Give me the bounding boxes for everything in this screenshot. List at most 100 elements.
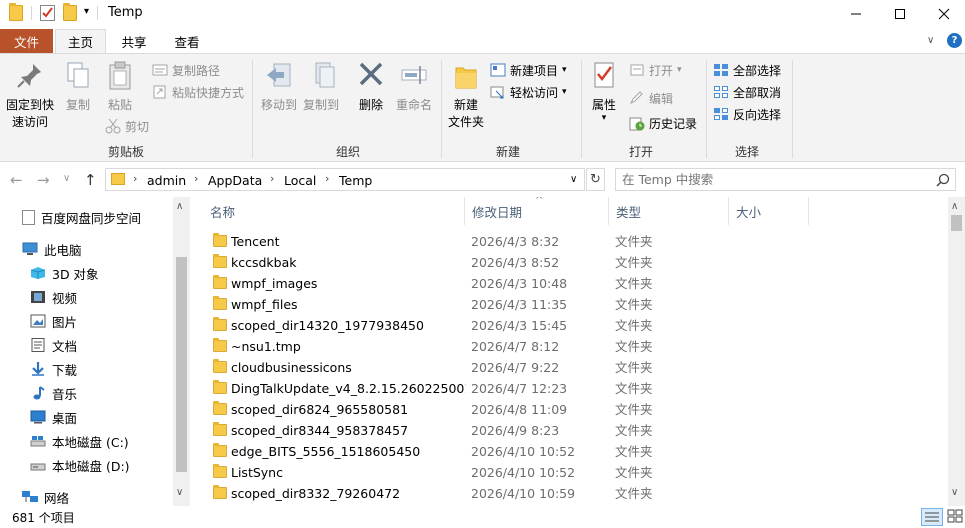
copy-button[interactable]: 复制 — [60, 60, 96, 114]
nav-item-network[interactable]: 网络 — [22, 486, 69, 506]
nav-item-3d-objects[interactable]: 3D 对象 — [30, 262, 99, 284]
large-icons-view-icon[interactable] — [946, 508, 964, 526]
history-button[interactable]: 历史记录 — [629, 113, 697, 133]
chevron-right-icon[interactable]: › — [133, 172, 137, 185]
close-button[interactable] — [921, 0, 965, 27]
maximize-button[interactable] — [877, 0, 923, 27]
file-row[interactable]: ~nsu1.tmp 2026/4/7 8:12 文件夹 — [210, 336, 945, 357]
easy-access-button[interactable]: 轻松访问 ▾ — [490, 82, 567, 102]
search-icon[interactable] — [936, 173, 950, 187]
paste-shortcut-button[interactable]: 粘贴快捷方式 — [152, 82, 244, 102]
group-divider — [792, 60, 793, 158]
edit-button[interactable]: 编辑 — [629, 88, 673, 108]
help-icon[interactable]: ? — [947, 33, 962, 48]
file-row[interactable]: scoped_dir14320_1977938450 2026/4/3 15:45… — [210, 315, 945, 336]
copy-path-button[interactable]: 复制路径 — [152, 60, 220, 80]
file-row[interactable]: DingTalkUpdate_v4_8.2.15.260225001... 202… — [210, 378, 945, 399]
scroll-up-icon[interactable]: ∧ — [951, 201, 958, 212]
nav-item-drive-c[interactable]: 本地磁盘 (C:) — [30, 430, 129, 452]
nav-label: 3D 对象 — [52, 266, 99, 282]
column-header-date[interactable]: 修改日期 — [464, 197, 608, 225]
ribbon-collapse-icon[interactable]: ∨ — [927, 35, 934, 46]
properties-button[interactable]: 属性 ▾ — [586, 60, 622, 123]
tab-file[interactable]: 文件 — [0, 29, 53, 53]
tab-home[interactable]: 主页 — [55, 29, 106, 53]
file-row[interactable]: scoped_dir8344_958378457 2026/4/9 8:23 文件夹 — [210, 420, 945, 441]
minimize-button[interactable] — [833, 0, 879, 27]
new-item-button[interactable]: 新建项目 ▾ — [490, 60, 567, 80]
new-folder-icon[interactable] — [63, 3, 77, 21]
nav-scroll-thumb[interactable] — [176, 257, 187, 472]
pin-quick-access-button[interactable]: 固定到快 速访问 — [4, 60, 56, 131]
tab-share[interactable]: 共享 — [110, 29, 158, 53]
scroll-down-icon[interactable]: ∨ — [176, 487, 183, 498]
nav-item-pictures[interactable]: 图片 — [30, 310, 77, 332]
details-view-icon[interactable] — [921, 508, 943, 526]
scroll-down-icon[interactable]: ∨ — [951, 487, 958, 498]
nav-label: 视频 — [52, 290, 78, 306]
select-none-button[interactable]: 全部取消 — [713, 82, 781, 102]
nav-item-desktop[interactable]: 桌面 — [30, 406, 77, 428]
open-button[interactable]: 打开 ▾ — [629, 60, 682, 80]
select-all-button[interactable]: 全部选择 — [713, 60, 781, 80]
nav-scrollbar[interactable]: ∧ ∨ — [173, 197, 190, 506]
nav-item-this-pc[interactable]: 此电脑 — [22, 238, 82, 260]
new-folder-button[interactable]: 新建 文件夹 — [446, 60, 486, 131]
file-row[interactable]: kccsdkbak 2026/4/3 8:52 文件夹 — [210, 252, 945, 273]
paste-button[interactable]: 粘贴 — [100, 60, 140, 114]
chevron-right-icon[interactable]: › — [325, 172, 329, 185]
nav-item-drive-d[interactable]: 本地磁盘 (D:) — [30, 454, 130, 476]
file-row[interactable]: scoped_dir6824_965580581 2026/4/8 11:09 文件… — [210, 399, 945, 420]
properties-check-icon[interactable] — [40, 5, 55, 21]
breadcrumb-appdata[interactable]: AppData — [208, 173, 262, 188]
column-header-name[interactable]: 名称 — [202, 197, 465, 225]
scroll-up-icon[interactable]: ∧ — [176, 201, 183, 212]
column-divider[interactable] — [808, 197, 809, 225]
cut-button[interactable]: 剪切 — [105, 116, 149, 136]
column-header-type[interactable]: 类型 — [608, 197, 728, 225]
file-date: 2026/4/10 10:52 — [471, 444, 576, 459]
file-row[interactable]: ListSync 2026/4/10 10:52 文件夹 — [210, 462, 945, 483]
forward-arrow-icon[interactable]: → — [37, 171, 50, 189]
refresh-icon[interactable]: ↻ — [586, 168, 605, 191]
folder-icon — [213, 275, 227, 289]
file-row[interactable]: wmpf_files 2026/4/3 11:35 文件夹 — [210, 294, 945, 315]
file-row[interactable]: scoped_dir8332_79260472 2026/4/10 10:59 文件… — [210, 483, 945, 504]
qa-dropdown-icon[interactable]: ▾ — [84, 6, 89, 17]
invert-selection-button[interactable]: 反向选择 — [713, 104, 781, 124]
file-row[interactable]: Tencent 2026/4/3 8:32 文件夹 — [210, 231, 945, 252]
folder-icon — [213, 254, 227, 268]
column-header-size[interactable]: 大小 — [728, 197, 808, 225]
breadcrumb-admin[interactable]: admin — [147, 173, 186, 188]
breadcrumb-temp[interactable]: Temp — [339, 173, 372, 188]
address-bar[interactable]: › admin › AppData › Local › Temp ∨ — [105, 168, 585, 191]
nav-item-music[interactable]: 音乐 — [30, 382, 77, 404]
nav-item-baidu-sync[interactable]: 百度网盘同步空间 — [22, 206, 141, 228]
folder-icon — [213, 317, 227, 331]
rename-button[interactable]: 重命名 — [392, 60, 436, 114]
file-row[interactable]: edge_BITS_5556_1518605450 2026/4/10 10:52… — [210, 441, 945, 462]
recent-dropdown-icon[interactable]: ∨ — [63, 173, 70, 184]
tab-view[interactable]: 查看 — [162, 29, 212, 53]
up-arrow-icon[interactable]: ↑ — [84, 171, 97, 189]
file-date: 2026/4/3 11:35 — [471, 297, 568, 312]
list-scrollbar[interactable]: ∧ ∨ — [948, 197, 965, 506]
breadcrumb-local[interactable]: Local — [284, 173, 316, 188]
chevron-right-icon[interactable]: › — [194, 172, 198, 185]
move-to-button[interactable]: 移动到 — [258, 60, 300, 114]
list-scroll-thumb[interactable] — [951, 215, 962, 231]
nav-item-downloads[interactable]: 下载 — [30, 358, 77, 380]
nav-item-videos[interactable]: 视频 — [30, 286, 77, 308]
address-dropdown-icon[interactable]: ∨ — [570, 174, 577, 185]
file-date: 2026/4/7 8:12 — [471, 339, 560, 354]
back-arrow-icon[interactable]: ← — [10, 171, 23, 189]
nav-item-documents[interactable]: 文档 — [30, 334, 77, 356]
folder-icon — [213, 380, 227, 394]
copy-to-button[interactable]: 复制到 — [300, 60, 342, 114]
file-row[interactable]: cloudbusinessicons 2026/4/7 9:22 文件夹 — [210, 357, 945, 378]
delete-button[interactable]: 删除 — [352, 60, 390, 114]
search-box[interactable] — [615, 168, 956, 191]
search-input[interactable] — [622, 171, 922, 188]
chevron-right-icon[interactable]: › — [270, 172, 274, 185]
file-row[interactable]: wmpf_images 2026/4/3 10:48 文件夹 — [210, 273, 945, 294]
